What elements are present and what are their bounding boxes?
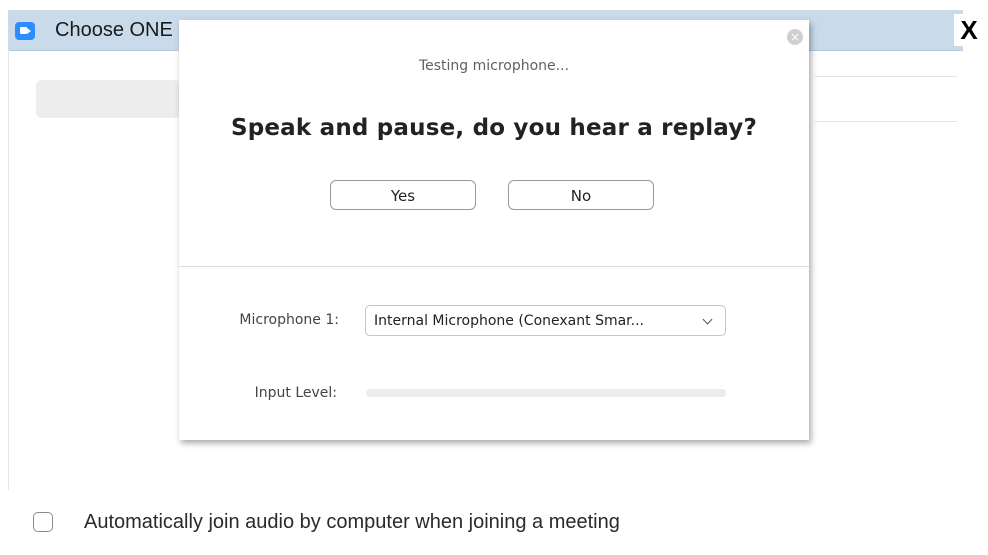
input-level-bar xyxy=(366,389,726,397)
yes-button[interactable]: Yes xyxy=(330,180,476,210)
dialog-close-icon[interactable]: × xyxy=(787,29,803,45)
testing-status-label: Testing microphone... xyxy=(418,58,570,74)
microphone-label: Microphone 1: xyxy=(239,312,339,328)
chevron-down-icon xyxy=(702,314,713,325)
background-divider-bottom xyxy=(815,121,957,122)
window-title: Choose ONE xyxy=(55,19,173,41)
microphone-test-dialog: × Testing microphone... Speak and pause,… xyxy=(179,20,809,440)
input-level-label: Input Level: xyxy=(254,385,337,401)
audio-window: Choose ONE X × Testing microphone... Spe… xyxy=(0,0,988,555)
microphone-select-value: Internal Microphone (Conexant Smar... xyxy=(374,313,644,329)
dialog-headline: Speak and pause, do you hear a replay? xyxy=(230,115,758,141)
background-divider-top xyxy=(815,76,957,77)
auto-join-label[interactable]: Automatically join audio by computer whe… xyxy=(84,511,620,534)
microphone-select[interactable]: Internal Microphone (Conexant Smar... xyxy=(365,305,726,336)
zoom-app-icon xyxy=(15,22,35,40)
blurred-background-field xyxy=(36,80,181,118)
window-close-button[interactable]: X xyxy=(954,14,984,46)
window-left-edge xyxy=(8,50,9,490)
auto-join-checkbox[interactable] xyxy=(33,512,53,532)
dialog-divider xyxy=(179,266,809,267)
no-button[interactable]: No xyxy=(508,180,654,210)
